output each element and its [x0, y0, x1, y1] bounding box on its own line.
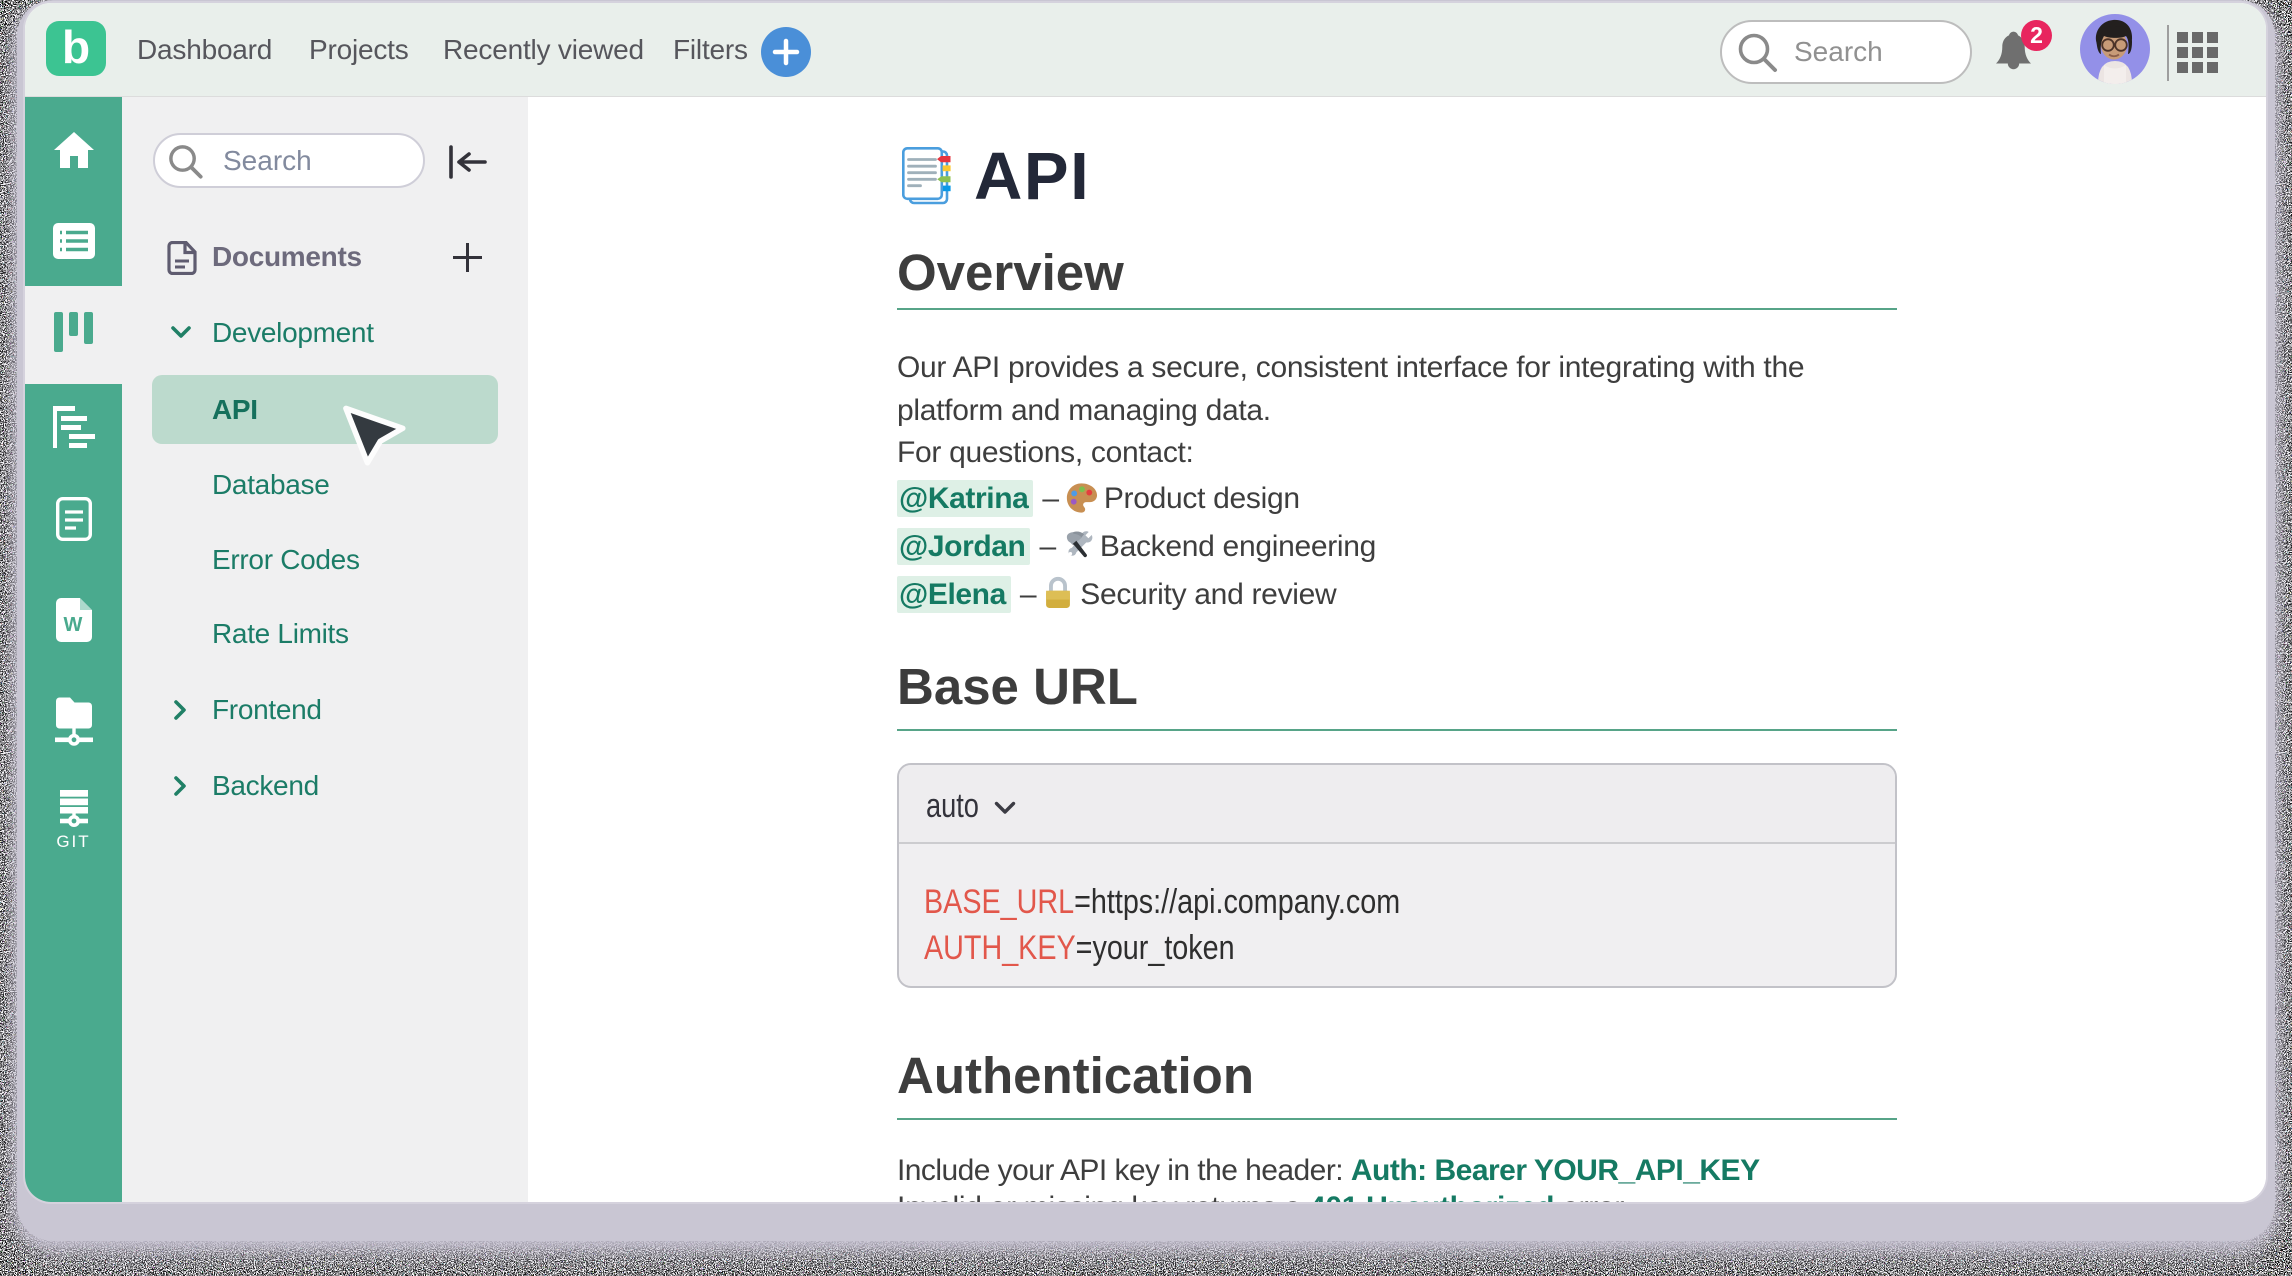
svg-text:W: W — [64, 614, 83, 636]
